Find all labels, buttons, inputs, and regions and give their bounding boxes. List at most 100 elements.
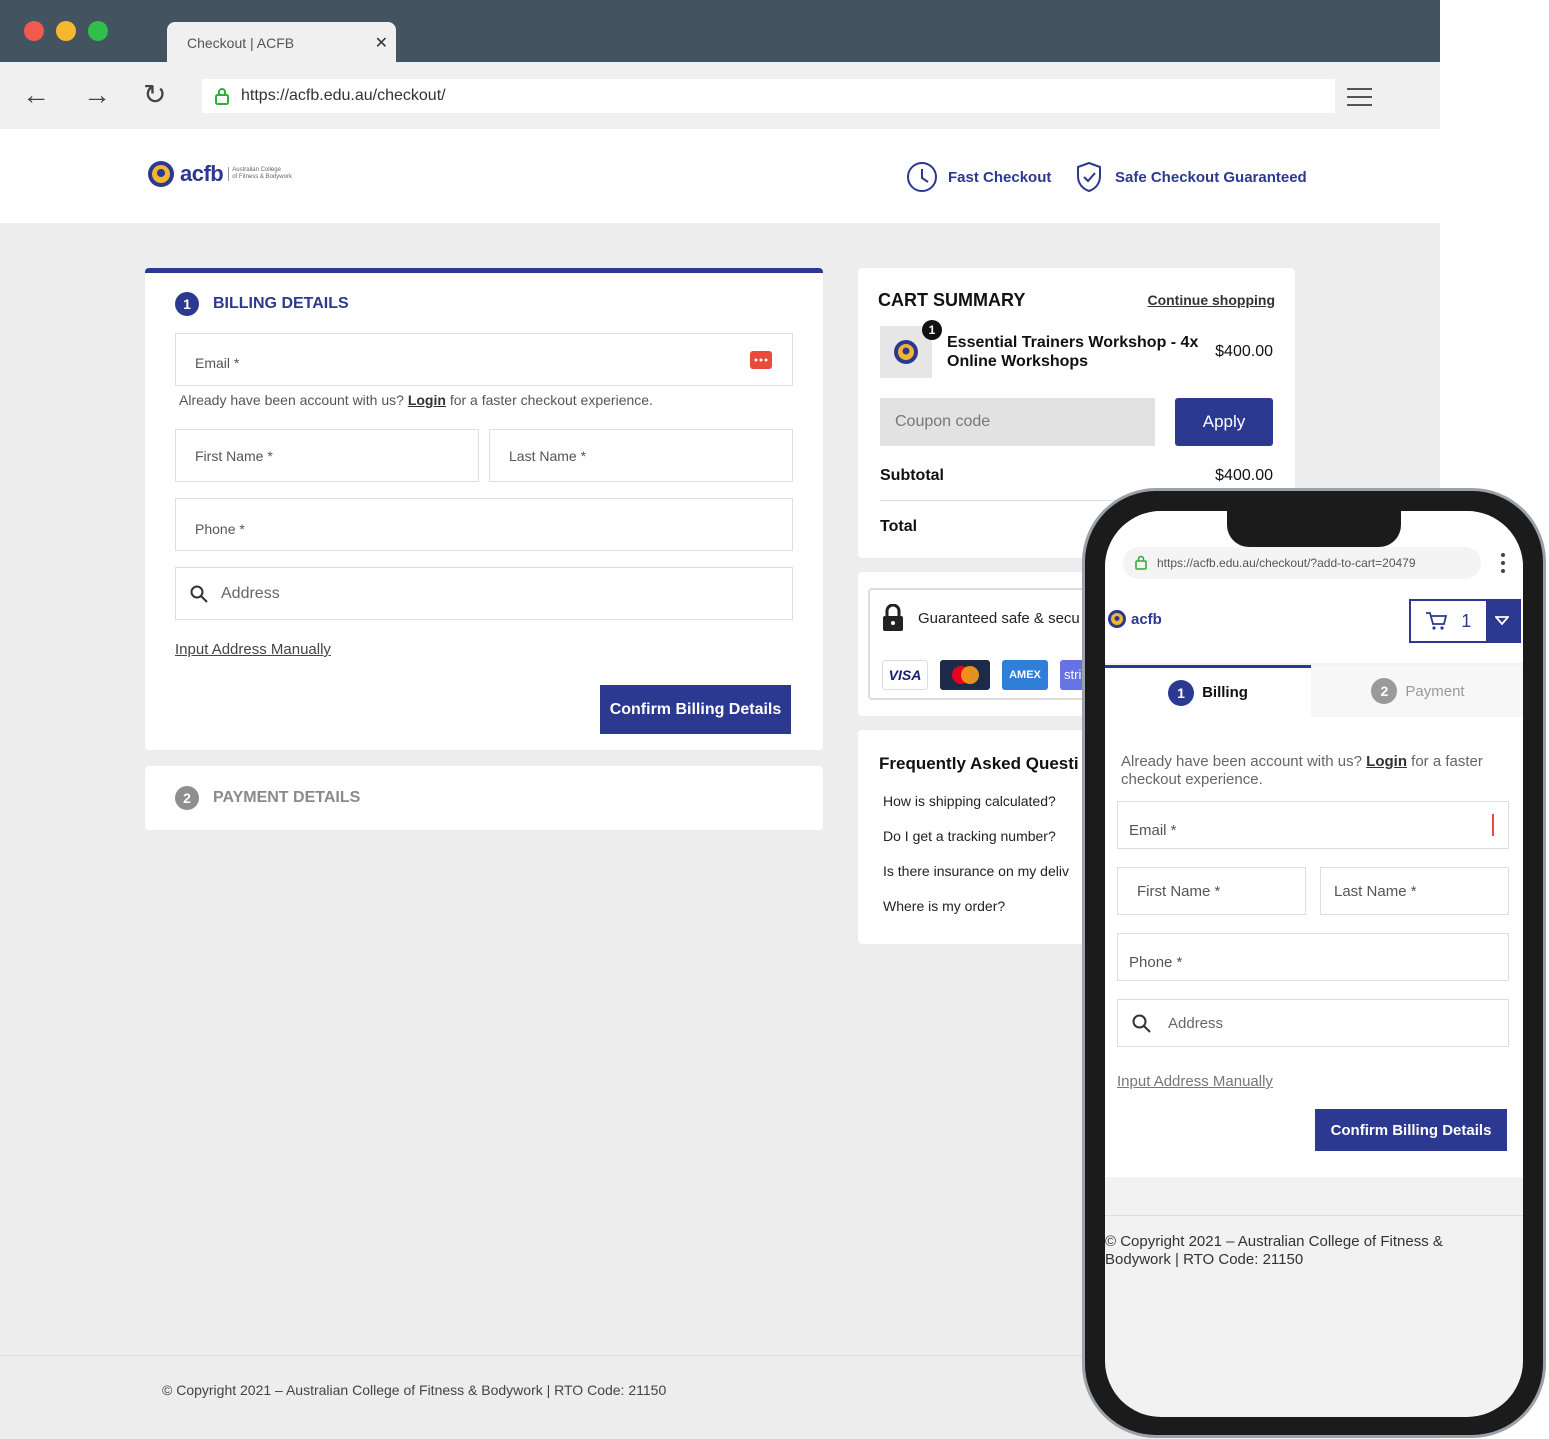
billing-section-header[interactable]: 1 BILLING DETAILS <box>175 292 349 316</box>
mobile-login-link[interactable]: Login <box>1366 753 1407 770</box>
phone-notch <box>1227 511 1401 547</box>
visa-icon: VISA <box>882 660 928 690</box>
logo-emblem-icon <box>1108 610 1126 628</box>
tab-payment[interactable]: 2 Payment <box>1313 665 1523 717</box>
mobile-footer-copyright: © Copyright 2021 – Australian College of… <box>1105 1233 1443 1268</box>
tab-billing-label: Billing <box>1202 684 1248 701</box>
mobile-url-bar[interactable]: https://acfb.edu.au/checkout/?add-to-car… <box>1123 547 1481 579</box>
faq-item[interactable]: Do I get a tracking number? <box>883 828 1056 844</box>
phone-screen: https://acfb.edu.au/checkout/?add-to-car… <box>1105 511 1523 1417</box>
cart-item-name: Essential Trainers Workshop - 4x Online W… <box>947 334 1199 370</box>
mobile-cart-button[interactable]: 1 <box>1409 599 1521 643</box>
faq-item[interactable]: How is shipping calculated? <box>883 793 1056 809</box>
login-link[interactable]: Login <box>408 392 446 408</box>
mobile-site-header: acfb 1 <box>1105 591 1523 663</box>
step-number-badge: 1 <box>175 292 199 316</box>
billing-title: BILLING DETAILS <box>213 295 349 312</box>
mobile-step-tabs: 1 Billing 2 Payment <box>1105 665 1523 717</box>
phone-field[interactable]: Phone * <box>175 498 793 551</box>
tab-payment-label: Payment <box>1405 682 1465 700</box>
mobile-address-field[interactable]: Address <box>1117 999 1509 1047</box>
mobile-email-field[interactable]: Email * <box>1117 801 1509 849</box>
fast-checkout-label: Fast Checkout <box>948 168 1052 186</box>
address-placeholder: Address <box>221 585 280 602</box>
mobile-first-name-field[interactable]: First Name * <box>1117 867 1306 915</box>
faq-title: Frequently Asked Questi <box>879 754 1079 773</box>
first-name-field[interactable]: First Name * <box>175 429 479 482</box>
url-bar[interactable]: https://acfb.edu.au/checkout/ <box>202 79 1335 113</box>
step-number-badge: 2 <box>1371 678 1398 704</box>
last-name-label: Last Name * <box>509 448 587 464</box>
cart-item-price: $400.00 <box>1215 343 1273 360</box>
logo-text: acfb <box>180 161 224 186</box>
mobile-url-text: https://acfb.edu.au/checkout/?add-to-car… <box>1157 556 1416 570</box>
mobile-input-address-manually-link[interactable]: Input Address Manually <box>1117 1073 1273 1090</box>
browser-titlebar: Checkout | ACFB ✕ <box>0 0 1440 64</box>
email-field[interactable]: Email * <box>175 333 793 386</box>
payment-details-card[interactable]: 2 PAYMENT DETAILS <box>145 766 823 830</box>
input-address-manually-link[interactable]: Input Address Manually <box>175 641 331 658</box>
subtotal-label: Subtotal <box>880 467 944 484</box>
email-label: Email * <box>195 355 240 371</box>
mobile-logo-text: acfb <box>1131 610 1162 628</box>
amex-icon: AMEX <box>1002 660 1048 690</box>
padlock-icon <box>883 604 903 631</box>
faq-item[interactable]: Is there insurance on my deliv <box>883 863 1069 879</box>
tab-billing[interactable]: 1 Billing <box>1105 665 1311 717</box>
subtotal-value: $400.00 <box>1215 467 1273 484</box>
chevron-down-icon[interactable] <box>1485 601 1519 641</box>
mobile-phone-field[interactable]: Phone * <box>1117 933 1509 981</box>
password-manager-icon[interactable] <box>750 351 772 369</box>
first-name-label: First Name * <box>1137 883 1221 900</box>
mobile-cart-count: 1 <box>1411 601 1486 641</box>
mobile-confirm-billing-button[interactable]: Confirm Billing Details <box>1315 1109 1507 1151</box>
url-text: https://acfb.edu.au/checkout/ <box>241 87 446 104</box>
address-field[interactable]: Address <box>175 567 793 620</box>
step-number-badge: 2 <box>175 786 199 810</box>
apply-coupon-button[interactable]: Apply <box>1175 398 1273 446</box>
product-logo-icon <box>894 340 918 364</box>
mobile-login-prompt: Already have been account with us? Login… <box>1121 753 1483 788</box>
kebab-menu-icon[interactable] <box>1501 553 1505 573</box>
payment-title: PAYMENT DETAILS <box>213 789 361 806</box>
minimize-window-button[interactable] <box>56 21 76 41</box>
billing-details-card: 1 BILLING DETAILS Email * Already have b… <box>145 268 823 750</box>
address-placeholder: Address <box>1168 1015 1224 1032</box>
mobile-logo[interactable]: acfb <box>1107 609 1162 629</box>
fast-checkout-badge: Fast Checkout <box>906 161 1051 193</box>
close-window-button[interactable] <box>24 21 44 41</box>
browser-toolbar: ← → ↻ https://acfb.edu.au/checkout/ <box>0 62 1440 129</box>
search-icon <box>190 585 208 603</box>
payment-section-header[interactable]: 2 PAYMENT DETAILS <box>175 786 360 810</box>
phone-label: Phone * <box>1129 954 1183 971</box>
acfb-logo[interactable]: acfb Australian College of Fitness & Body… <box>146 159 292 189</box>
maximize-window-button[interactable] <box>88 21 108 41</box>
search-icon <box>1132 1014 1151 1033</box>
last-name-label: Last Name * <box>1334 883 1417 900</box>
confirm-billing-button[interactable]: Confirm Billing Details <box>600 685 791 734</box>
faq-item[interactable]: Where is my order? <box>883 898 1005 914</box>
clock-icon <box>907 162 937 192</box>
password-manager-icon[interactable] <box>1492 814 1494 836</box>
total-label: Total <box>880 518 918 535</box>
shield-check-icon <box>1077 161 1101 193</box>
safe-checkout-badge: Safe Checkout Guaranteed <box>1075 161 1307 193</box>
back-arrow-icon[interactable]: ← <box>22 78 50 112</box>
coupon-code-input[interactable]: Coupon code <box>880 398 1155 446</box>
site-header: acfb Australian College of Fitness & Body… <box>0 129 1440 223</box>
last-name-field[interactable]: Last Name * <box>489 429 793 482</box>
menu-icon[interactable] <box>1347 88 1372 112</box>
phone-label: Phone * <box>195 521 245 537</box>
coupon-placeholder: Coupon code <box>895 413 991 430</box>
tab-close-icon[interactable]: ✕ <box>375 33 388 53</box>
forward-arrow-icon[interactable]: → <box>83 78 111 112</box>
continue-shopping-link[interactable]: Continue shopping <box>1147 292 1275 308</box>
phone-mockup: https://acfb.edu.au/checkout/?add-to-car… <box>1082 488 1546 1438</box>
secure-payment-text: Guaranteed safe & secu <box>918 610 1080 627</box>
footer-copyright: © Copyright 2021 – Australian College of… <box>162 1382 667 1398</box>
safe-checkout-label: Safe Checkout Guaranteed <box>1115 168 1307 186</box>
cart-summary-title: CART SUMMARY <box>878 290 1026 310</box>
reload-icon[interactable]: ↻ <box>143 78 166 112</box>
mobile-last-name-field[interactable]: Last Name * <box>1320 867 1509 915</box>
browser-tab[interactable]: Checkout | ACFB ✕ <box>167 22 396 64</box>
